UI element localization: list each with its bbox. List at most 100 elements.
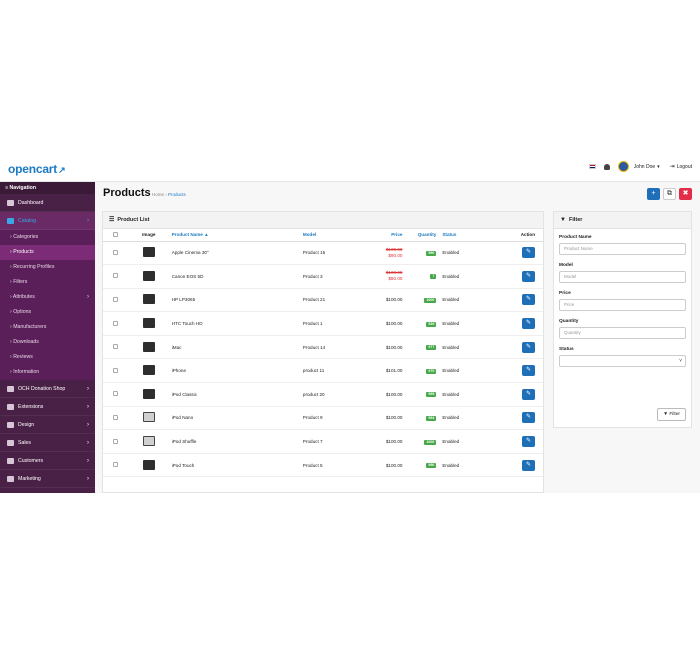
product-action: ✎	[477, 288, 543, 313]
sidebar-item-catalog[interactable]: Catalog ›	[0, 212, 95, 230]
product-rows: Apple Cinema 30" Product 15 $100.00 $90.00 9…	[103, 241, 543, 478]
column-price[interactable]: Price	[357, 229, 406, 242]
product-action: ✎	[477, 311, 543, 336]
column-quantity[interactable]: Quantity	[405, 229, 440, 242]
column-product-name[interactable]: Product Name ▲	[168, 229, 300, 242]
user-menu-caret-icon[interactable]: ▾	[657, 164, 660, 170]
edit-button[interactable]: ✎	[522, 436, 535, 448]
header-actions: John Doe ▾ ⇥ Logout	[588, 161, 692, 172]
row-checkbox[interactable]	[113, 344, 119, 350]
status-select[interactable]: ˅	[559, 355, 686, 367]
quantity-badge: 995	[426, 392, 437, 398]
table-row: iPod Classic product 20 $100.00 995 Enabled ✎	[103, 382, 543, 407]
product-thumbnail	[142, 318, 155, 329]
sidebar-item-och-donation-shop[interactable]: OCH Donation Shop ›	[0, 380, 95, 398]
sidebar-item-label: Design	[18, 421, 35, 428]
product-action: ✎	[477, 335, 543, 360]
sidebar-item-filters[interactable]: › Filters	[0, 275, 95, 290]
row-checkbox[interactable]	[113, 296, 119, 302]
edit-button[interactable]: ✎	[522, 341, 535, 353]
page-actions: + ⧉ ✖	[647, 188, 692, 200]
edit-button[interactable]: ✎	[522, 318, 535, 330]
row-checkbox[interactable]	[113, 462, 119, 468]
sidebar-item-categories[interactable]: › Categories	[0, 230, 95, 245]
user-name[interactable]: John Doe	[634, 164, 655, 170]
sidebar-item-options[interactable]: › Options	[0, 305, 95, 320]
product-name: Apple Cinema 30"	[168, 241, 300, 266]
sidebar-item-downloads[interactable]: › Downloads	[0, 335, 95, 350]
sub-prefix-icon: ›	[10, 354, 12, 360]
sidebar-item-reviews[interactable]: › Reviews	[0, 350, 95, 365]
logo-text: opencart	[8, 162, 58, 176]
edit-button[interactable]: ✎	[522, 388, 535, 400]
edit-button[interactable]: ✎	[522, 270, 535, 282]
sidebar-item-products[interactable]: › Products	[0, 245, 95, 260]
product-status: Enabled	[439, 311, 478, 336]
user-icon	[7, 457, 14, 464]
edit-button[interactable]: ✎	[522, 247, 535, 259]
product-status: Enabled	[439, 335, 478, 360]
row-checkbox[interactable]	[113, 414, 119, 420]
price-input[interactable]: Price	[559, 299, 686, 311]
column-model[interactable]: Model	[299, 229, 358, 242]
select-all-checkbox[interactable]	[113, 231, 119, 237]
logout-icon[interactable]: ⇥	[670, 163, 675, 170]
column-status[interactable]: Status	[439, 229, 478, 242]
model-input[interactable]: Model	[559, 271, 686, 283]
product-action: ✎	[477, 453, 543, 478]
breadcrumb-home[interactable]: Home	[152, 192, 164, 197]
sidebar-item-information[interactable]: › Information	[0, 365, 95, 380]
sidebar-item-marketing[interactable]: Marketing ›	[0, 470, 95, 488]
navigation-heading[interactable]: ≡ Navigation	[0, 182, 95, 194]
sidebar-item-label: Categories	[13, 234, 39, 240]
product-status: Enabled	[439, 429, 478, 454]
sidebar-item-attributes[interactable]: › Attributes ›	[0, 290, 95, 305]
edit-button[interactable]: ✎	[522, 412, 535, 424]
sidebar-item-label: Dashboard	[18, 199, 44, 206]
filter-heading: ▼ Filter	[554, 212, 691, 229]
avatar[interactable]	[617, 161, 629, 172]
sidebar-item-manufacturers[interactable]: › Manufacturers	[0, 320, 95, 335]
quantity-badge: 1000	[424, 297, 437, 303]
row-select-cell	[103, 335, 129, 360]
select-all-cell	[103, 229, 129, 242]
product-name-input[interactable]: Product Name	[559, 243, 686, 255]
product-price: $100.00	[357, 453, 406, 478]
product-name: iPod Touch	[168, 453, 300, 478]
table-row: iPod Touch Product 5 $100.00 996 Enabled ✎	[103, 453, 543, 478]
sidebar-item-label: Catalog	[18, 217, 36, 224]
delete-button[interactable]: ✖	[679, 188, 692, 200]
row-checkbox[interactable]	[113, 249, 119, 255]
product-status: Enabled	[439, 358, 478, 384]
sidebar-item-extensions[interactable]: Extensions ›	[0, 398, 95, 416]
filter-button[interactable]: ▼ Filter	[657, 408, 686, 421]
quantity-input[interactable]: Quantity	[559, 327, 686, 339]
copy-button[interactable]: ⧉	[663, 188, 676, 200]
product-status: Enabled	[439, 382, 478, 407]
column-image: Image	[128, 229, 169, 242]
notification-bell-icon[interactable]	[603, 163, 610, 170]
sidebar-item-dashboard[interactable]: Dashboard	[0, 194, 95, 212]
edit-button[interactable]: ✎	[522, 365, 535, 377]
product-image-cell	[128, 288, 169, 313]
edit-button[interactable]: ✎	[522, 459, 535, 471]
sidebar-item-customers[interactable]: Customers ›	[0, 452, 95, 470]
row-checkbox[interactable]	[113, 320, 119, 326]
edit-button[interactable]: ✎	[522, 294, 535, 306]
breadcrumb-products[interactable]: Products	[168, 192, 186, 197]
sidebar-item-recurring-profiles[interactable]: › Recurring Profiles	[0, 260, 95, 275]
row-checkbox[interactable]	[113, 438, 119, 444]
sidebar-item-sales[interactable]: Sales ›	[0, 434, 95, 452]
price-label: Price	[559, 291, 571, 296]
product-thumbnail	[142, 388, 155, 399]
row-checkbox[interactable]	[113, 391, 119, 397]
opencart-logo[interactable]: opencart↗	[8, 162, 66, 176]
product-thumbnail	[142, 270, 155, 281]
row-checkbox[interactable]	[113, 367, 119, 373]
sidebar-item-design[interactable]: Design ›	[0, 416, 95, 434]
row-select-cell	[103, 264, 129, 289]
logout-link[interactable]: Logout	[677, 164, 692, 170]
row-checkbox[interactable]	[113, 273, 119, 279]
language-flag-icon[interactable]	[588, 164, 596, 169]
add-new-button[interactable]: +	[647, 188, 660, 200]
